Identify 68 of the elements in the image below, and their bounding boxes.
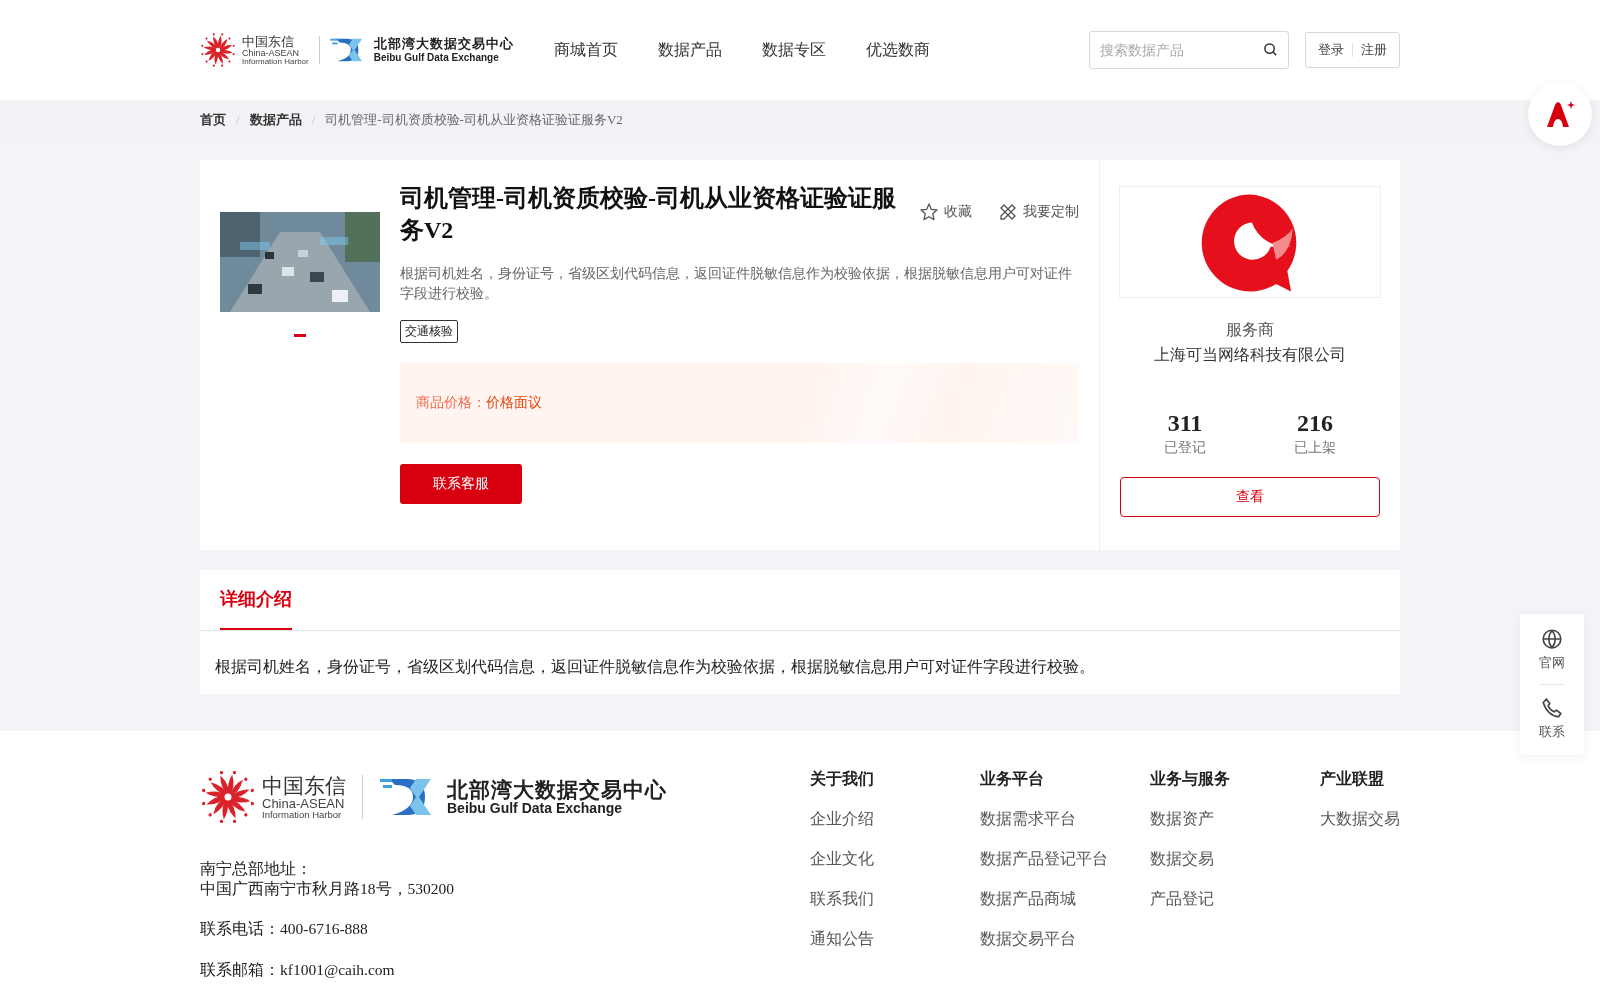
globe-icon bbox=[1541, 628, 1563, 650]
nav-link[interactable]: 优选数商 bbox=[865, 39, 930, 61]
action-button[interactable]: 我要定制 bbox=[998, 202, 1079, 222]
phone-text: 联系电话：400-6716-888 bbox=[200, 919, 369, 939]
address-text: 中国广西南宁市秋月路18号，530200 bbox=[200, 879, 455, 899]
footer-link[interactable]: 数据交易 bbox=[1150, 849, 1320, 870]
pinwheel-logo-icon bbox=[200, 32, 236, 68]
phone-icon bbox=[1541, 697, 1563, 719]
contact-service-button[interactable]: 联系客服 bbox=[400, 464, 522, 504]
side-tool-button[interactable]: 联系 bbox=[1539, 691, 1565, 747]
price-label: 商品价格： bbox=[416, 394, 486, 412]
logo-exchange-subtitle: Beibu Gulf Data Exchange bbox=[373, 51, 500, 63]
logo-exchange-name: 北部湾大数据交易中心 bbox=[447, 777, 667, 801]
side-tool-button[interactable]: 官网 bbox=[1539, 622, 1565, 678]
logo-brand-name: 中国东信 bbox=[262, 774, 346, 796]
provider-label: 服务商 bbox=[1226, 320, 1274, 340]
footer-link[interactable]: 数据交易平台 bbox=[980, 929, 1150, 950]
breadcrumb-current: 司机管理-司机资质校验-司机从业资格证验证服务V2 bbox=[325, 111, 623, 129]
footer-link[interactable]: 企业介绍 bbox=[810, 809, 980, 830]
nav-link[interactable]: 数据专区 bbox=[761, 39, 826, 61]
footer-column-title: 业务与服务 bbox=[1150, 769, 1231, 789]
view-button[interactable]: 查看 bbox=[1120, 477, 1380, 517]
nav-link[interactable]: 商城首页 bbox=[553, 39, 618, 61]
auth-button[interactable]: 注册 bbox=[1353, 37, 1395, 63]
footer-column-title: 业务平台 bbox=[980, 769, 1045, 789]
stat-label: 已上架 bbox=[1294, 439, 1336, 457]
footer-link[interactable]: 通知公告 bbox=[810, 929, 980, 950]
logo-brand-subtitle: China-ASEAN bbox=[242, 48, 301, 58]
breadcrumb-separator: / bbox=[236, 112, 240, 128]
footer-link[interactable]: 数据需求平台 bbox=[980, 809, 1150, 830]
footer-link[interactable]: 数据资产 bbox=[1150, 809, 1320, 830]
auth-button[interactable]: 登录 bbox=[1310, 37, 1352, 63]
footer-link[interactable]: 数据产品商城 bbox=[980, 889, 1150, 910]
footer-column-title: 产业联盟 bbox=[1320, 769, 1385, 789]
search-icon[interactable] bbox=[1263, 42, 1278, 57]
stat-label: 已登记 bbox=[1164, 439, 1206, 457]
email-text: 联系邮箱：kf1001@caih.com bbox=[200, 960, 396, 980]
logo-brand-subtitle: China-ASEAN bbox=[262, 796, 345, 810]
breadcrumb-link[interactable]: 数据产品 bbox=[249, 111, 302, 129]
footer-link[interactable]: 大数据交易 bbox=[1320, 809, 1400, 830]
search-field[interactable]: 搜索数据产品 bbox=[1089, 31, 1289, 69]
stat-value: 311 bbox=[1167, 410, 1203, 437]
logo-exchange-subtitle: Beibu Gulf Data Exchange bbox=[447, 800, 623, 817]
detail-tab[interactable]: 详细介绍 bbox=[220, 570, 292, 630]
footer-link[interactable]: 联系我们 bbox=[810, 889, 980, 910]
logo-exchange-name: 北部湾大数据交易中心 bbox=[373, 37, 514, 52]
logo-brand-name: 中国东信 bbox=[242, 34, 295, 48]
star-icon bbox=[919, 202, 939, 222]
price-value: 价格面议 bbox=[486, 394, 542, 412]
detail-text: 根据司机姓名，身份证号，省级区划代码信息，返回证件脱敏信息作为校验依据，根据脱敏信息用户可对证件字段进行校验。 bbox=[214, 657, 1096, 677]
footer-link[interactable]: 产品登记 bbox=[1150, 889, 1320, 910]
product-title: 司机管理-司机资质校验-司机从业资格证验证服务V2 bbox=[400, 184, 897, 245]
logo-brand-subtitle: Information Harbor bbox=[262, 809, 343, 820]
pencil-ruler-icon bbox=[998, 202, 1018, 222]
action-button[interactable]: 收藏 bbox=[919, 202, 972, 222]
stat-value: 216 bbox=[1297, 410, 1333, 437]
nav-link[interactable]: 数据产品 bbox=[657, 39, 722, 61]
footer-column-title: 关于我们 bbox=[810, 769, 875, 789]
breadcrumb-link[interactable]: 首页 bbox=[200, 111, 226, 129]
footer-link[interactable]: 数据产品登记平台 bbox=[980, 849, 1150, 870]
pinwheel-logo-icon bbox=[200, 769, 256, 825]
provider-name: 上海可当网络科技有限公司 bbox=[1154, 345, 1346, 365]
logo-brand-subtitle: Information Harbor bbox=[242, 57, 309, 66]
address-label: 南宁总部地址： bbox=[200, 859, 313, 879]
category-tag: 交通核验 bbox=[400, 320, 458, 343]
footer-link[interactable]: 企业文化 bbox=[810, 849, 980, 870]
breadcrumb-separator: / bbox=[311, 112, 316, 128]
product-description: 根据司机姓名，身份证号，省级区划代码信息，返回证件脱敏信息作为校验依据，根据脱敏信息用户可对证件字段进行校验。 bbox=[400, 265, 1073, 303]
